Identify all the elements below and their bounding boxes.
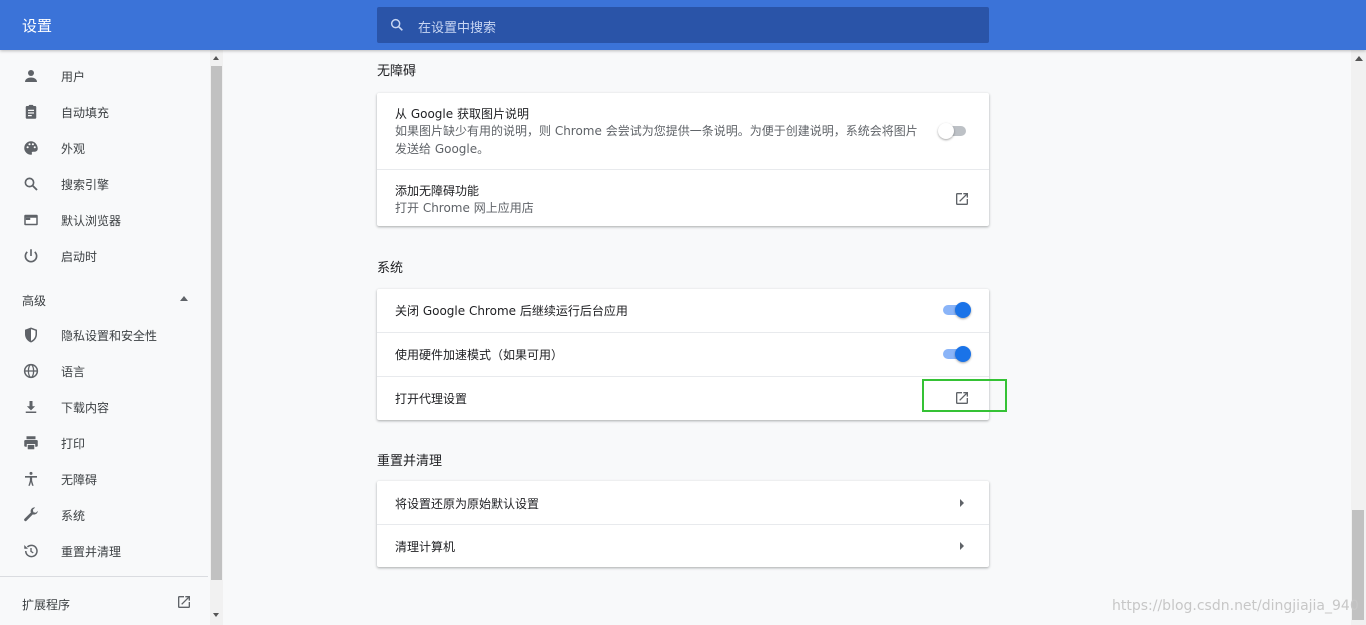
system-card: 关闭 Google Chrome 后继续运行后台应用 使用硬件加速模式（如果可用… — [377, 289, 989, 420]
sidebar-item-label: 用户 — [61, 70, 86, 84]
sidebar-divider — [0, 576, 208, 577]
sidebar-item-label: 搜索引擎 — [61, 178, 110, 192]
hardware-acceleration-toggle[interactable] — [943, 346, 971, 362]
hardware-acceleration-label: 使用硬件加速模式（如果可用） — [395, 348, 564, 362]
image-descriptions-row[interactable]: 从 Google 获取图片说明 如果图片缺少有用的说明，则 Chrome 会尝试… — [377, 93, 989, 169]
scroll-up-icon[interactable] — [213, 56, 219, 60]
watermark-text: https://blog.csdn.net/dingjiajia_940 — [1112, 598, 1359, 614]
download-icon — [25, 401, 37, 413]
shield-icon — [25, 327, 37, 343]
section-title-accessibility: 无障碍 — [377, 64, 417, 79]
printer-icon — [24, 436, 38, 451]
add-features-subtitle: 打开 Chrome 网上应用店 — [395, 201, 534, 215]
image-descriptions-title: 从 Google 获取图片说明 — [395, 107, 529, 121]
chevron-right-icon — [960, 542, 964, 550]
sidebar-item-label: 语言 — [61, 365, 86, 379]
person-icon — [25, 70, 37, 82]
sidebar-item-label: 打印 — [61, 437, 86, 451]
accessibility-icon — [25, 471, 37, 486]
sidebar-item-on-startup[interactable]: 启动时 — [0, 238, 208, 274]
sidebar-item-label: 自动填充 — [61, 106, 110, 120]
page-title: 设置 — [22, 17, 53, 35]
hardware-acceleration-row[interactable]: 使用硬件加速模式（如果可用） — [377, 333, 989, 376]
chevron-right-icon — [960, 499, 964, 507]
toggle-knob — [955, 346, 971, 362]
scroll-down-icon[interactable] — [213, 613, 219, 617]
restore-defaults-row[interactable]: 将设置还原为原始默认设置 — [377, 481, 989, 524]
sidebar-item-default-browser[interactable]: 默认浏览器 — [0, 202, 208, 238]
history-icon — [24, 544, 38, 558]
add-features-title: 添加无障碍功能 — [395, 184, 480, 198]
sidebar-item-label: 默认浏览器 — [61, 214, 122, 228]
sidebar-item-reset[interactable]: 重置并清理 — [0, 533, 208, 569]
sidebar-advanced-toggle[interactable]: 高级 — [22, 292, 46, 309]
top-bar: 设置 在设置中搜索 — [0, 0, 1366, 50]
sidebar-item-accessibility[interactable]: 无障碍 — [0, 461, 208, 497]
background-apps-toggle[interactable] — [943, 302, 971, 318]
external-link-icon[interactable] — [954, 191, 970, 207]
section-title-system: 系统 — [377, 261, 404, 276]
sidebar-item-downloads[interactable]: 下载内容 — [0, 389, 208, 425]
sidebar-item-extensions[interactable]: 扩展程序 — [22, 596, 70, 613]
wrench-icon — [24, 507, 38, 522]
proxy-settings-row[interactable]: 打开代理设置 — [377, 377, 989, 420]
sidebar-item-printing[interactable]: 打印 — [0, 425, 208, 461]
sidebar-item-privacy[interactable]: 隐私设置和安全性 — [0, 317, 208, 353]
sidebar-scrollbar-thumb[interactable] — [211, 66, 222, 580]
sidebar-item-label: 启动时 — [61, 250, 98, 264]
palette-icon — [24, 141, 38, 155]
sidebar-item-languages[interactable]: 语言 — [0, 353, 208, 389]
power-icon — [24, 249, 38, 263]
sidebar-item-autofill[interactable]: 自动填充 — [0, 94, 208, 130]
background-apps-row[interactable]: 关闭 Google Chrome 后继续运行后台应用 — [377, 289, 989, 332]
search-icon — [390, 18, 403, 31]
search-icon — [24, 177, 38, 191]
add-accessibility-features-row[interactable]: 添加无障碍功能 打开 Chrome 网上应用店 — [377, 170, 989, 226]
scroll-up-icon[interactable] — [1355, 56, 1363, 61]
sidebar-item-label: 重置并清理 — [61, 545, 122, 559]
restore-defaults-label: 将设置还原为原始默认设置 — [395, 497, 540, 511]
sidebar-item-label: 无障碍 — [61, 473, 98, 487]
clipboard-icon — [25, 104, 37, 119]
globe-icon — [23, 363, 39, 379]
proxy-settings-label: 打开代理设置 — [395, 392, 468, 406]
sidebar: 用户 自动填充 外观 搜索引擎 默认浏览器 启动时 高级 隐私设置和安全性 语言… — [0, 50, 208, 625]
cleanup-computer-label: 清理计算机 — [395, 540, 456, 554]
section-title-reset: 重置并清理 — [377, 454, 443, 469]
toggle-knob — [938, 123, 954, 139]
image-descriptions-subtitle: 如果图片缺少有用的说明，则 Chrome 会尝试为您提供一条说明。为便于创建说明… — [395, 124, 918, 156]
search-placeholder: 在设置中搜索 — [418, 21, 497, 36]
sidebar-item-label: 系统 — [61, 509, 86, 523]
cleanup-computer-row[interactable]: 清理计算机 — [377, 525, 989, 567]
sidebar-item-label: 外观 — [61, 142, 86, 156]
external-link-icon[interactable] — [176, 594, 192, 610]
highlight-box — [922, 379, 1007, 412]
browser-window-icon — [24, 214, 38, 226]
toggle-knob — [955, 302, 971, 318]
caret-up-icon[interactable] — [180, 296, 188, 301]
accessibility-card: 从 Google 获取图片说明 如果图片缺少有用的说明，则 Chrome 会尝试… — [377, 93, 989, 226]
sidebar-item-label: 隐私设置和安全性 — [61, 329, 158, 343]
background-apps-label: 关闭 Google Chrome 后继续运行后台应用 — [395, 304, 628, 318]
sidebar-item-appearance[interactable]: 外观 — [0, 130, 208, 166]
sidebar-item-system[interactable]: 系统 — [0, 497, 208, 533]
image-descriptions-toggle[interactable] — [938, 123, 968, 139]
sidebar-item-search-engine[interactable]: 搜索引擎 — [0, 166, 208, 202]
reset-card: 将设置还原为原始默认设置 清理计算机 — [377, 481, 989, 567]
search-input[interactable]: 在设置中搜索 — [377, 7, 989, 43]
sidebar-item-label: 下载内容 — [61, 401, 110, 415]
sidebar-item-people[interactable]: 用户 — [0, 58, 208, 94]
